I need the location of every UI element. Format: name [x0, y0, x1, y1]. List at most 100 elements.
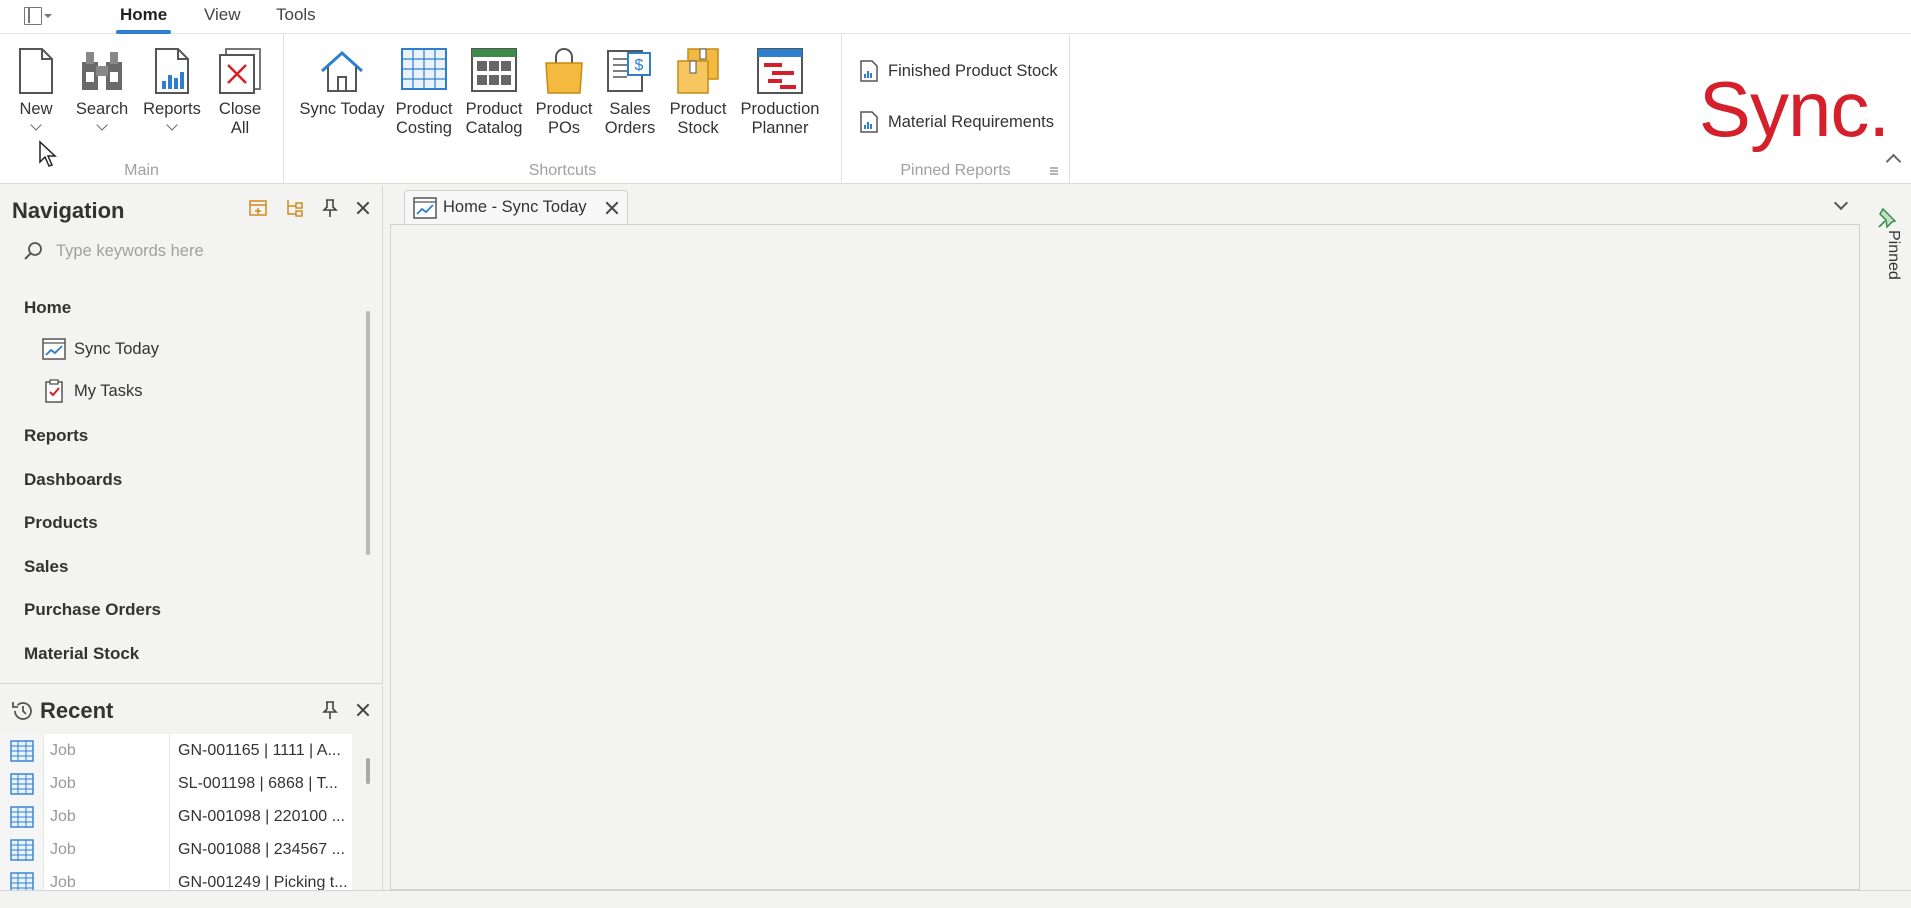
planner-icon — [756, 46, 804, 96]
recent-title-group: Recent — [10, 698, 113, 724]
shortcut-sales-orders[interactable]: $ Sales Orders — [602, 46, 658, 138]
navigation-search — [22, 240, 356, 262]
document-tab-home-sync-today[interactable]: Home - Sync Today — [404, 190, 628, 224]
nav-item-sync-today[interactable]: Sync Today — [42, 338, 159, 360]
catalog-icon — [470, 46, 518, 96]
job-grid-icon — [0, 734, 44, 767]
shortcut-label: Product — [669, 100, 727, 118]
menubar: Home View Tools — [0, 0, 1911, 34]
tree-view-icon[interactable] — [284, 198, 304, 218]
job-grid-icon — [0, 800, 44, 833]
dashboard-chart-icon — [413, 196, 437, 219]
group-options-icon[interactable] — [1049, 166, 1059, 176]
chevron-down-icon — [30, 119, 42, 131]
pinned-report-material-requirements[interactable]: Material Requirements — [860, 111, 1054, 133]
pinned-icon[interactable] — [1876, 206, 1898, 230]
document-content — [390, 224, 1860, 890]
nav-section-dashboards[interactable]: Dashboards — [24, 470, 122, 490]
navigation-search-input[interactable] — [56, 241, 356, 261]
nav-section-home[interactable]: Home — [24, 298, 71, 318]
shortcut-label: Sales — [609, 100, 651, 118]
report-icon — [860, 60, 878, 82]
recent-panel: Recent Job GN-001165 | 1111 | A... Job S… — [0, 686, 383, 890]
clipboard-check-icon — [45, 379, 63, 403]
shortcut-label: Product — [395, 100, 453, 118]
pinned-report-label: Finished Product Stock — [888, 61, 1058, 80]
close-all-button[interactable]: Close All — [212, 46, 268, 138]
recent-row-desc: GN-001098 | 220100 ... — [178, 807, 345, 825]
shortcut-label: Product — [535, 100, 593, 118]
search-label: Search — [75, 100, 129, 118]
sync-logo: Sync. — [1698, 65, 1890, 153]
house-icon — [318, 46, 366, 96]
app-menu-icon — [24, 7, 42, 25]
shortcut-label-2: Catalog — [465, 119, 523, 137]
app-menu-button[interactable] — [24, 4, 60, 28]
recent-scrollbar[interactable] — [366, 758, 370, 784]
dashboard-chart-icon — [42, 338, 66, 360]
close-all-label-2: All — [230, 119, 250, 137]
new-button[interactable]: New — [14, 46, 58, 131]
nav-section-products[interactable]: Products — [24, 513, 98, 533]
close-recent-icon[interactable] — [356, 703, 370, 717]
nav-section-reports[interactable]: Reports — [24, 426, 88, 446]
reports-button[interactable]: Reports — [140, 46, 204, 131]
pin-icon[interactable] — [320, 700, 340, 720]
job-grid-icon — [0, 767, 44, 800]
recent-row[interactable]: Job SL-001198 | 6868 | T... — [0, 767, 352, 800]
sales-order-icon: $ — [606, 46, 654, 96]
recent-row[interactable]: Job GN-001098 | 220100 ... — [0, 800, 352, 833]
shortcut-production-planner[interactable]: Production Planner — [736, 46, 824, 138]
shortcut-product-stock[interactable]: Product Stock — [668, 46, 728, 138]
document-area: Home - Sync Today — [390, 186, 1860, 890]
pinned-rail-label[interactable]: Pinned — [1884, 230, 1902, 280]
ribbon: New Search Reports Close All Main Sync T… — [0, 34, 1911, 184]
recent-row[interactable]: Job GN-001249 | Picking t... — [0, 866, 352, 890]
tab-tools[interactable]: Tools — [272, 4, 320, 28]
search-button[interactable]: Search — [74, 46, 130, 131]
close-tab-icon[interactable] — [605, 201, 619, 215]
shortcut-product-catalog[interactable]: Product Catalog — [464, 46, 524, 138]
recent-title: Recent — [40, 698, 114, 723]
navigation-title: Navigation — [12, 198, 125, 223]
svg-text:$: $ — [635, 57, 644, 74]
shortcut-label-2: Orders — [604, 119, 656, 137]
shortcut-product-pos[interactable]: Product POs — [534, 46, 594, 138]
tab-list-chevron-icon[interactable] — [1833, 195, 1849, 211]
shortcut-label-2: Planner — [751, 119, 809, 137]
pin-icon[interactable] — [320, 198, 340, 218]
shortcut-product-costing[interactable]: Product Costing — [394, 46, 454, 138]
close-all-icon — [216, 46, 264, 96]
pinned-report-finished-product-stock[interactable]: Finished Product Stock — [860, 60, 1058, 82]
recent-row-desc: GN-001249 | Picking t... — [178, 873, 348, 891]
recent-row[interactable]: Job GN-001088 | 234567 ... — [0, 833, 352, 866]
tab-view[interactable]: View — [200, 4, 245, 28]
recent-tools — [320, 700, 370, 720]
navigation-panel: Navigation Home Sync Today My Tasks Repo… — [0, 186, 383, 684]
recent-row[interactable]: Job GN-001165 | 1111 | A... — [0, 734, 352, 767]
report-icon — [860, 111, 878, 133]
recent-row-type: Job — [44, 767, 170, 800]
caret-down-icon — [44, 14, 52, 18]
shortcut-label: Sync Today — [299, 100, 385, 118]
ribbon-group-shortcuts: Sync Today Product Costing Product Catal… — [284, 34, 842, 184]
close-navigation-icon[interactable] — [356, 201, 370, 215]
shortcut-sync-today[interactable]: Sync Today — [298, 46, 386, 119]
shortcut-label: Production — [740, 100, 820, 118]
shortcut-label-2: Costing — [396, 119, 452, 137]
nav-item-my-tasks[interactable]: My Tasks — [42, 379, 142, 403]
recent-row-type: Job — [44, 866, 170, 890]
group-label-pinned-reports: Pinned Reports — [900, 162, 1011, 179]
navigation-scrollbar[interactable] — [366, 311, 370, 555]
collapse-ribbon-icon[interactable] — [1885, 150, 1901, 166]
expand-all-icon[interactable] — [248, 198, 268, 218]
nav-section-sales[interactable]: Sales — [24, 557, 68, 577]
nav-section-material-stock[interactable]: Material Stock — [24, 644, 139, 664]
shopping-bag-icon — [540, 46, 588, 96]
nav-section-purchase-orders[interactable]: Purchase Orders — [24, 600, 161, 620]
chevron-down-icon — [96, 119, 108, 131]
nav-item-label: My Tasks — [74, 381, 143, 400]
job-grid-icon — [0, 866, 44, 890]
tab-home[interactable]: Home — [116, 4, 172, 34]
recent-row-type: Job — [44, 734, 170, 767]
